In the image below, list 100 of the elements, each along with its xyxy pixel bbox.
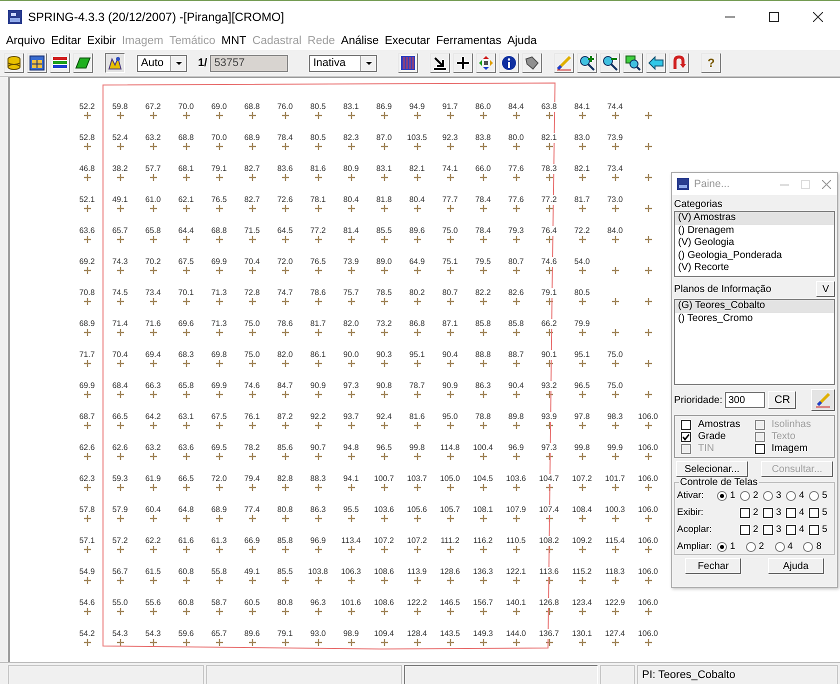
category-list[interactable]: (V) Amostras () Drenagem (V) Geologia () Geologia_Ponderada (V) Recorte	[674, 211, 835, 277]
toggle-button[interactable]: V	[816, 281, 835, 297]
sample-value: 67.5	[177, 257, 195, 267]
checkbox[interactable]	[763, 508, 773, 518]
checkbox[interactable]	[740, 524, 750, 534]
cross-marker-icon	[446, 422, 454, 429]
dropdown[interactable]: Inativa	[309, 54, 378, 72]
sample-value: 75.0	[606, 350, 624, 360]
maximize-icon[interactable]	[769, 12, 779, 22]
cr-button[interactable]: CR	[768, 391, 796, 409]
menu-item[interactable]: Editar	[51, 35, 82, 47]
checkbox[interactable]	[681, 420, 691, 430]
checkbox[interactable]	[786, 508, 796, 518]
sample-value: 86.0	[474, 102, 492, 112]
radio-button[interactable]	[809, 490, 819, 500]
sample-value: 57.9	[111, 505, 129, 515]
cross-marker-icon	[414, 360, 420, 367]
sample-value: 76.1	[243, 412, 261, 422]
cross-marker-icon	[216, 391, 222, 398]
cross-marker-icon	[348, 391, 354, 398]
cross-marker-icon	[612, 112, 618, 119]
cross-marker-icon	[578, 453, 586, 460]
arrow-icon	[432, 55, 448, 71]
sample-value: 84.0	[606, 226, 624, 236]
dropdown[interactable]: Auto	[137, 54, 187, 72]
sample-value: 69.0	[210, 102, 228, 112]
radio-button[interactable]	[774, 542, 784, 552]
help-button[interactable]: ?	[701, 53, 722, 73]
menu-item[interactable]: Executar	[384, 35, 430, 47]
window-title: SPRING-4.3.3 (20/12/2007) -[Piranga][CROMO]	[28, 10, 286, 24]
sample-value: 95.0	[441, 412, 459, 422]
panel-button[interactable]: Fechar	[685, 558, 742, 574]
cross-marker-icon	[414, 422, 420, 429]
sample-value: 103.7	[406, 474, 428, 484]
radio-button[interactable]	[763, 490, 773, 500]
checkbox[interactable]	[754, 444, 764, 454]
sample-value: 72.0	[210, 474, 228, 484]
sample-value: 113.4	[340, 536, 362, 546]
checkbox[interactable]	[809, 508, 819, 518]
sample-value: 90.9	[441, 381, 459, 391]
list-item[interactable]: (V) Amostras	[675, 212, 834, 224]
sample-value: 86.1	[309, 350, 327, 360]
sample-value: 81.6	[408, 412, 426, 422]
checkbox[interactable]	[740, 508, 750, 518]
cross-marker-icon	[446, 546, 454, 553]
menu-item[interactable]: Arquivo	[6, 35, 45, 47]
menu-item[interactable]: Análise	[341, 35, 379, 47]
sample-value: 52.2	[78, 102, 96, 112]
radio-button[interactable]	[740, 490, 750, 500]
menu-item[interactable]: Exibir	[87, 35, 116, 47]
list-item[interactable]: () Teores_Cromo	[675, 312, 834, 325]
cross-marker-icon	[578, 143, 586, 150]
list-item[interactable]: () Geologia_Ponderada	[675, 250, 834, 262]
cross-marker-icon	[446, 174, 454, 181]
sample-value: 55.0	[111, 598, 129, 608]
cross-marker-icon	[150, 453, 156, 460]
checkbox[interactable]	[681, 432, 691, 442]
radio-button[interactable]	[803, 542, 814, 552]
radio-button[interactable]	[717, 542, 727, 552]
panel-button[interactable]: Selecionar...	[676, 461, 748, 477]
menu-item[interactable]: Ferramentas	[436, 35, 502, 47]
panel-button[interactable]: Ajuda	[768, 558, 824, 574]
menu-item[interactable]: MNT	[221, 35, 246, 47]
priority-field[interactable]: 300	[725, 392, 766, 408]
list-item[interactable]: (V) Geologia	[675, 237, 834, 250]
cross-marker-icon	[282, 453, 288, 460]
list-item[interactable]: (G) Teores_Cobalto	[675, 300, 834, 312]
checkbox[interactable]	[786, 524, 796, 534]
sample-value: 77.2	[540, 195, 558, 205]
sample-value: 82.3	[342, 133, 360, 143]
move-icon	[478, 55, 494, 71]
cross-marker-icon	[216, 546, 222, 553]
menu-item[interactable]: Ajuda	[507, 35, 537, 47]
radio-button[interactable]	[717, 490, 727, 500]
close-icon[interactable]	[813, 12, 823, 22]
radio-button[interactable]	[746, 542, 756, 552]
cross-marker-icon	[644, 360, 652, 367]
sample-value: 59.8	[111, 102, 129, 112]
cross-marker-icon	[314, 577, 322, 584]
sample-value: 54.0	[573, 257, 591, 267]
checkbox[interactable]	[809, 524, 819, 534]
sample-value: 103.5	[406, 133, 428, 143]
toolbar-button[interactable]	[105, 53, 125, 73]
radio-button[interactable]	[786, 490, 796, 500]
cross-marker-icon	[612, 453, 618, 460]
sample-value: 68.8	[177, 133, 195, 143]
sample-value: 82.7	[243, 164, 261, 174]
cross-marker-icon	[150, 112, 156, 119]
cross-marker-icon	[546, 453, 552, 460]
plane-list[interactable]: (G) Teores_Cobalto () Teores_Cromo	[674, 299, 835, 385]
cross-marker-icon	[150, 143, 156, 150]
list-item[interactable]: (V) Recorte	[675, 262, 834, 274]
scale-field[interactable]: 53757	[210, 54, 288, 72]
sample-value: 106.0	[636, 412, 660, 422]
list-item[interactable]: () Drenagem	[675, 224, 834, 237]
cross-marker-icon	[182, 143, 190, 150]
checkbox[interactable]	[763, 524, 773, 534]
sample-value: 85.8	[474, 319, 492, 329]
color-button[interactable]	[811, 389, 835, 411]
cross-marker-icon	[578, 608, 586, 615]
